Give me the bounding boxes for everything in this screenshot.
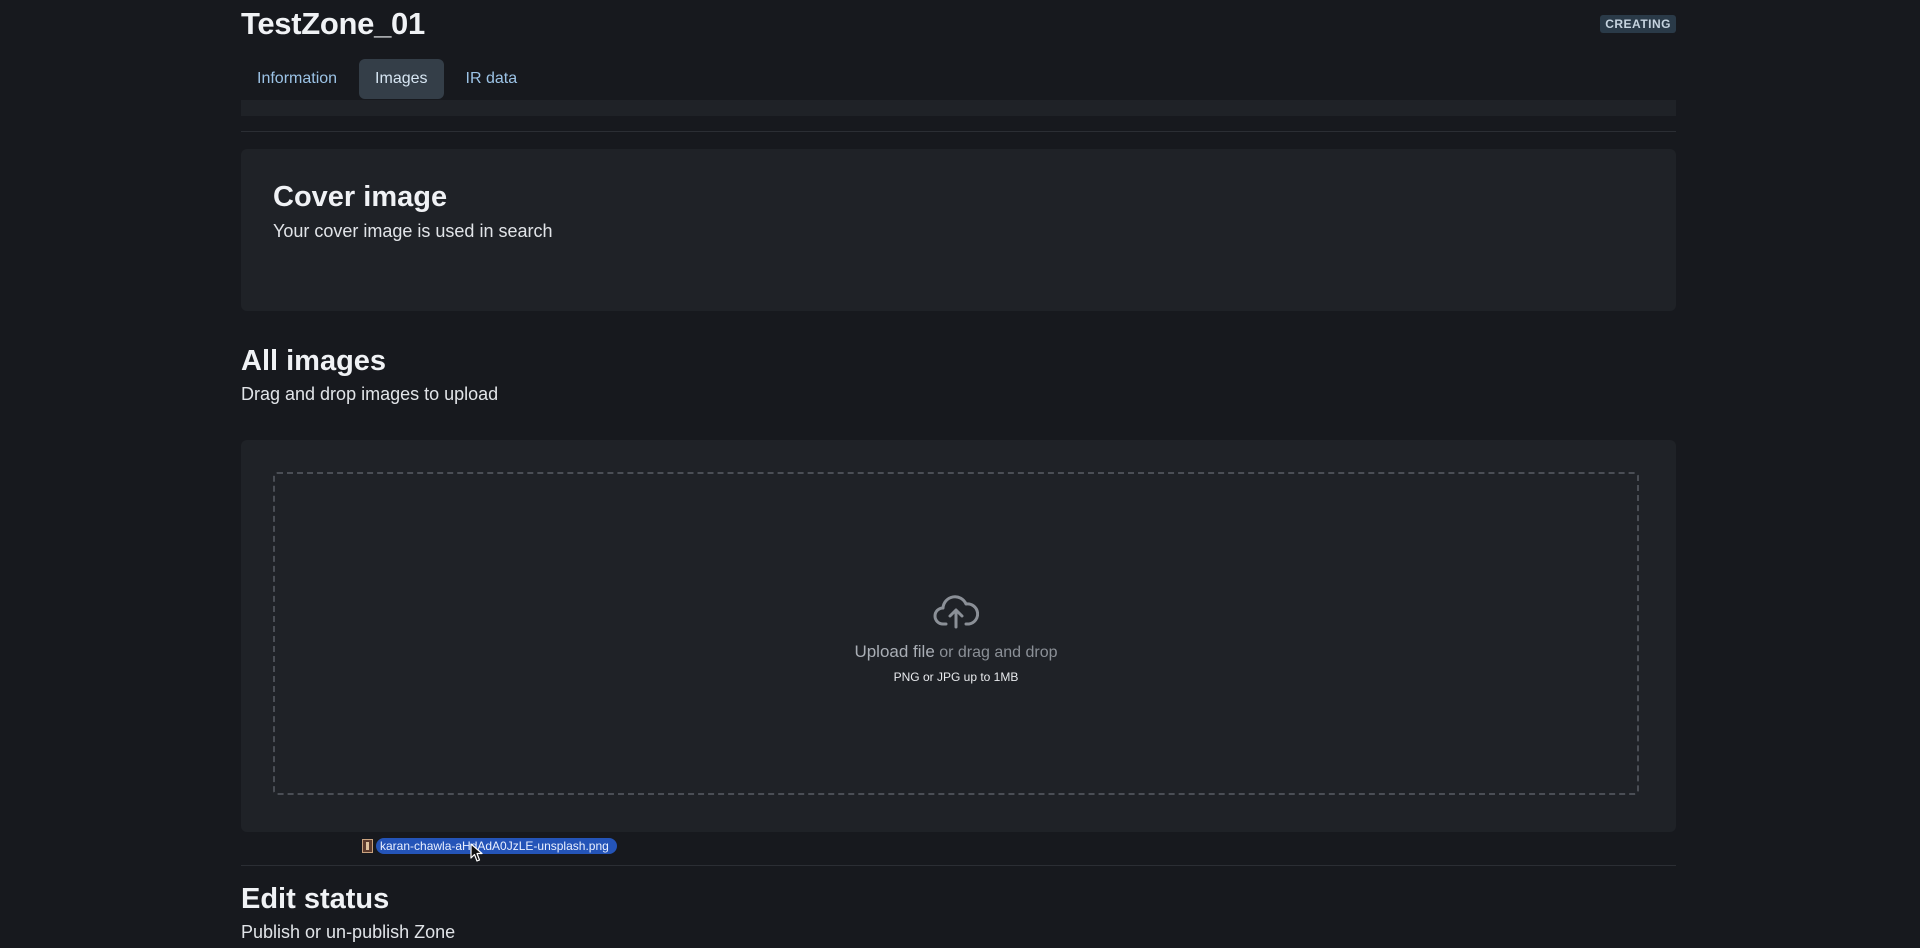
- tab-ir-data[interactable]: IR data: [450, 59, 534, 99]
- zone-title: TestZone_01: [241, 6, 425, 41]
- tab-information[interactable]: Information: [241, 59, 353, 99]
- page: TestZone_01 CREATING Information Images …: [0, 0, 1920, 948]
- drag-and-drop-text: or drag and drop: [934, 644, 1058, 661]
- all-images-card: Upload file or drag and drop PNG or JPG …: [241, 440, 1676, 832]
- cover-image-subtitle: Your cover image is used in search: [273, 221, 553, 241]
- status-badge: CREATING: [1600, 15, 1676, 33]
- image-dropzone[interactable]: Upload file or drag and drop PNG or JPG …: [273, 472, 1639, 795]
- edit-status-title: Edit status: [241, 883, 390, 915]
- tab-images[interactable]: Images: [359, 59, 444, 99]
- all-images-title: All images: [241, 345, 387, 377]
- dragged-file[interactable]: karan-chawla-aHdAdA0JzLE-unsplash.png: [362, 838, 617, 854]
- mouse-cursor-icon: [470, 843, 483, 862]
- tab-content-strip: [241, 100, 1676, 116]
- edit-status-subtitle: Publish or un-publish Zone: [241, 922, 456, 942]
- upload-file-link[interactable]: Upload file: [854, 642, 934, 661]
- dragged-file-name: karan-chawla-aHdAdA0JzLE-unsplash.png: [376, 838, 617, 854]
- cover-image-title: Cover image: [273, 181, 448, 213]
- cloud-upload-icon: [933, 595, 979, 629]
- upload-file-hint: PNG or JPG up to 1MB: [893, 670, 1019, 684]
- tab-bar: Information Images IR data: [241, 59, 533, 99]
- section-divider: [241, 865, 1676, 866]
- section-divider: [241, 131, 1676, 132]
- image-file-icon: [362, 839, 373, 853]
- cover-image-card: Cover image Your cover image is used in …: [241, 149, 1676, 311]
- upload-instruction: Upload file or drag and drop: [275, 642, 1637, 662]
- all-images-subtitle: Drag and drop images to upload: [241, 384, 499, 404]
